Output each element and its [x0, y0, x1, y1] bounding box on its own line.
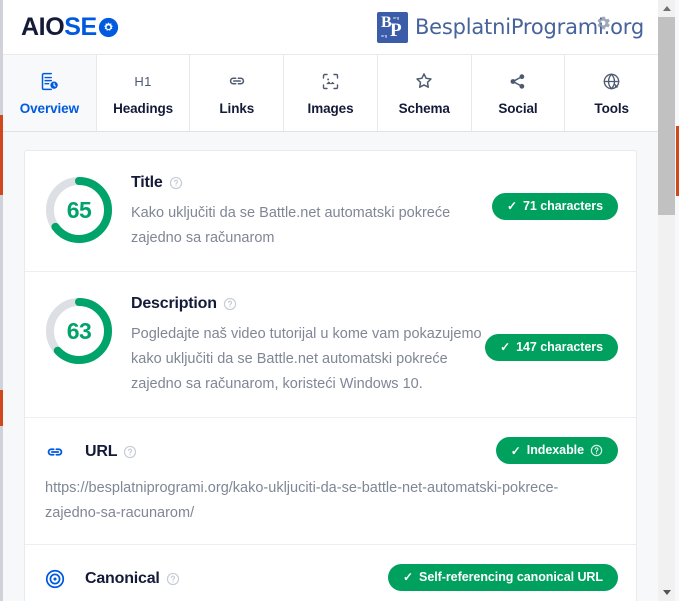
- tab-social[interactable]: Social: [471, 55, 566, 131]
- url-heading: URL: [85, 442, 118, 460]
- bp-letter-p: P: [389, 19, 402, 41]
- globe-icon: [601, 70, 622, 92]
- tab-schema[interactable]: Schema: [377, 55, 472, 131]
- overview-document-clock-icon: [39, 70, 60, 92]
- aioseo-analysis-window: AIOSE B org P org BesplatniProgrami.org: [0, 0, 679, 601]
- tab-tools-label: Tools: [594, 101, 629, 116]
- scroll-down-arrow-icon[interactable]: [658, 584, 675, 601]
- vertical-scrollbar[interactable]: [658, 0, 675, 601]
- h1-text-icon: H1: [134, 73, 152, 89]
- canonical-self-referencing-badge[interactable]: ✓ Self-referencing canonical URL: [388, 564, 618, 591]
- url-indexable-badge[interactable]: ✓ Indexable: [495, 437, 618, 464]
- tab-images[interactable]: Images: [284, 55, 378, 131]
- seo-analysis-card: 65 Title Kako uključiti da se Battle.net…: [24, 150, 637, 601]
- tab-social-label: Social: [498, 101, 538, 116]
- section-canonical: Canonical https://besplatniprogrami.org/…: [25, 545, 636, 601]
- help-circle-icon[interactable]: [169, 176, 183, 190]
- aioseo-logo-aio: AIO: [21, 12, 65, 41]
- tab-images-label: Images: [307, 101, 354, 116]
- aioseo-logo: AIO SE: [21, 12, 119, 41]
- bp-logo-icon: B org P org: [376, 11, 408, 43]
- help-circle-icon[interactable]: [590, 444, 603, 457]
- canonical-self-referencing-label: Self-referencing canonical URL: [419, 570, 603, 584]
- aioseo-gear-o-icon: [98, 17, 119, 38]
- header-bar: AIO SE B org P org BesplatniProgrami.org: [3, 0, 658, 55]
- link-chain-icon: [226, 70, 248, 92]
- section-url: URL https://besplatniprogrami.org/kako-u…: [25, 418, 636, 545]
- title-character-count-label: 71 characters: [523, 199, 603, 213]
- help-circle-icon[interactable]: [123, 445, 137, 459]
- help-circle-icon[interactable]: [223, 297, 237, 311]
- star-icon: [413, 70, 435, 92]
- description-character-count-badge[interactable]: ✓ 147 characters: [485, 334, 618, 361]
- scroll-up-arrow-icon[interactable]: [658, 0, 675, 17]
- window-edge-marker-left-top: [0, 115, 3, 195]
- site-brand: B org P org BesplatniProgrami.org: [376, 11, 644, 43]
- tab-headings-label: Headings: [113, 101, 174, 116]
- tab-overview[interactable]: Overview: [3, 55, 97, 131]
- scroll-thumb[interactable]: [658, 17, 675, 215]
- tab-links-label: Links: [219, 101, 255, 116]
- scrollbar-right-gutter: [675, 0, 679, 601]
- description-text: Pogledajte naš video tutorijal u kome va…: [131, 326, 482, 392]
- title-text: Kako uključiti da se Battle.net automats…: [131, 205, 451, 246]
- window-edge-marker-left-bottom: [0, 390, 3, 426]
- description-score-donut: 63: [43, 295, 115, 367]
- tab-headings[interactable]: H1 Headings: [96, 55, 191, 131]
- tab-tools[interactable]: Tools: [565, 55, 659, 131]
- title-heading-row: Title: [131, 174, 618, 192]
- canonical-heading: Canonical: [85, 569, 160, 587]
- window-left-border: [0, 0, 3, 601]
- tab-schema-label: Schema: [398, 101, 450, 116]
- section-description: 63 Description Pogledajte naš video tuto…: [25, 272, 636, 418]
- url-value[interactable]: https://besplatniprogrami.org/kako-uklju…: [43, 476, 565, 526]
- title-score-value: 65: [66, 196, 92, 223]
- description-heading: Description: [131, 295, 217, 312]
- url-indexable-label: Indexable: [526, 443, 584, 458]
- gear-icon[interactable]: [594, 14, 612, 37]
- share-icon: [507, 70, 528, 92]
- help-circle-icon[interactable]: [166, 572, 180, 586]
- bp-tag-bottom: org: [380, 32, 388, 38]
- link-chain-icon: [43, 440, 67, 464]
- check-icon: ✓: [500, 340, 511, 355]
- check-icon: ✓: [510, 443, 521, 458]
- title-heading: Title: [131, 174, 163, 191]
- tab-overview-label: Overview: [19, 101, 79, 116]
- aioseo-logo-se: SE: [64, 12, 97, 41]
- tab-links[interactable]: Links: [190, 55, 285, 131]
- title-character-count-badge[interactable]: ✓ 71 characters: [492, 193, 618, 220]
- description-heading-row: Description: [131, 295, 618, 313]
- description-score-value: 63: [66, 317, 92, 344]
- title-score-donut: 65: [43, 174, 115, 246]
- image-frame-icon: [320, 70, 341, 92]
- check-icon: ✓: [403, 570, 414, 585]
- analysis-tab-bar: Overview H1 Headings Links Images Schema…: [3, 55, 659, 132]
- check-icon: ✓: [507, 199, 518, 214]
- description-character-count-label: 147 characters: [516, 340, 603, 354]
- bp-tag-top: org: [392, 14, 400, 20]
- target-circle-icon: [43, 567, 67, 591]
- overview-content-scroll[interactable]: 65 Title Kako uključiti da se Battle.net…: [3, 132, 658, 601]
- section-title: 65 Title Kako uključiti da se Battle.net…: [25, 151, 636, 272]
